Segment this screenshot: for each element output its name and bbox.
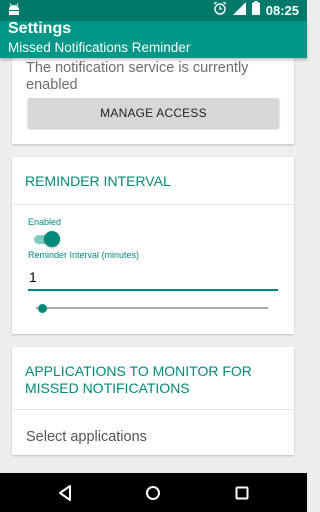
home-icon[interactable] (142, 482, 164, 504)
slider-thumb[interactable] (37, 304, 47, 313)
app-subtitle: Missed Notifications Reminder (8, 40, 191, 55)
status-time: 08:25 (265, 3, 299, 18)
app-title: Settings (8, 20, 72, 37)
reminder-interval-label: Reminder Interval (minutes) (28, 250, 140, 260)
battery-icon (251, 1, 260, 20)
reminder-interval-title: REMINDER INTERVAL (25, 173, 171, 189)
manage-access-button[interactable]: MANAGE ACCESS (28, 98, 279, 128)
reminder-interval-card: REMINDER INTERVAL Enabled Reminder Inter… (12, 157, 294, 334)
divider (12, 204, 294, 205)
status-bar: 08:25 (0, 0, 307, 21)
applications-card: APPLICATIONS TO MONITOR FOR MISSED NOTIF… (12, 347, 294, 455)
app-bar: Settings Missed Notifications Reminder (0, 20, 307, 58)
navigation-bar (0, 473, 307, 512)
alarm-icon (213, 1, 227, 20)
recents-icon[interactable] (231, 482, 253, 504)
slider-track (36, 307, 268, 309)
enabled-label: Enabled (28, 217, 62, 227)
enabled-switch[interactable] (34, 231, 60, 247)
android-notification-icon (8, 3, 20, 17)
notification-service-card: The notification service is currently en… (12, 50, 294, 144)
service-status-text: The notification service is currently en… (26, 60, 249, 93)
applications-title: APPLICATIONS TO MONITOR FOR MISSED NOTIF… (25, 363, 252, 396)
signal-icon (232, 1, 246, 20)
reminder-interval-slider[interactable] (30, 303, 270, 313)
switch-thumb (44, 231, 60, 247)
select-applications-item[interactable]: Select applications (26, 429, 147, 445)
back-icon[interactable] (54, 482, 76, 504)
reminder-interval-input[interactable] (28, 267, 278, 291)
divider (12, 409, 294, 410)
